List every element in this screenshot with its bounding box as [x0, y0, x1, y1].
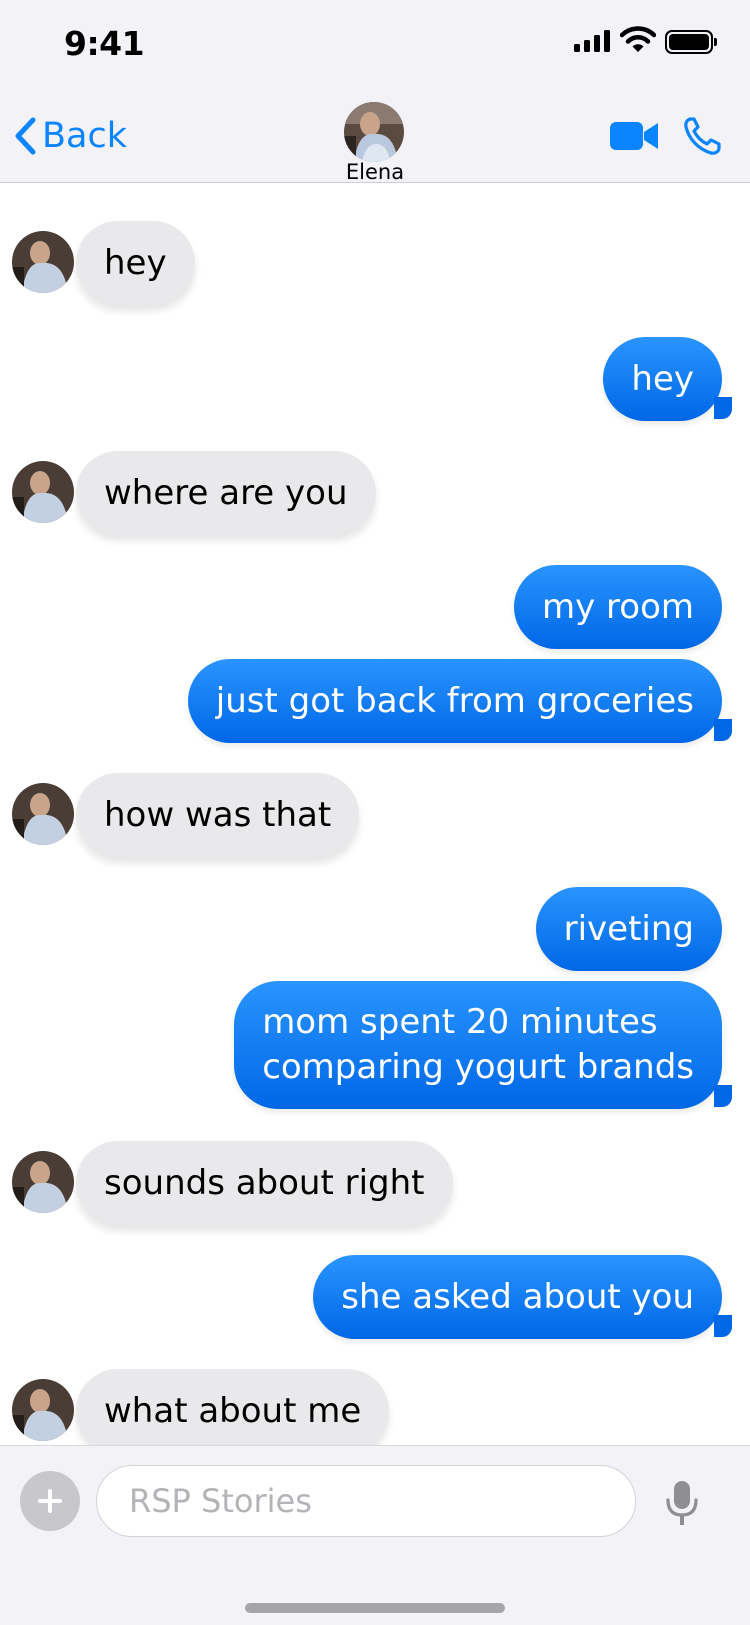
- sender-avatar: [12, 1379, 74, 1441]
- message-bubble: hey: [76, 221, 195, 305]
- battery-icon: [665, 30, 717, 54]
- contact-name: Elena: [345, 160, 405, 184]
- message-thread[interactable]: hey hey where are you my room just got b…: [0, 183, 750, 1445]
- plus-icon[interactable]: [20, 1471, 80, 1531]
- video-call-icon[interactable]: [610, 120, 660, 152]
- message-bubble: just got back from groceries: [187, 659, 722, 743]
- message-outgoing: she asked about you: [313, 1255, 732, 1339]
- message-bubble: what about me: [76, 1369, 390, 1445]
- message-composer: RSP Stories: [0, 1445, 750, 1625]
- sender-avatar: [12, 783, 74, 845]
- back-chevron-icon: [15, 117, 36, 155]
- message-bubble: mom spent 20 minutes comparing yogurt br…: [234, 981, 722, 1109]
- message-outgoing: hey: [603, 337, 732, 421]
- message-bubble: riveting: [535, 887, 722, 971]
- message-bubble: how was that: [76, 773, 360, 857]
- message-outgoing: my room: [513, 565, 722, 649]
- message-bubble: sounds about right: [76, 1141, 453, 1225]
- status-time: 9:41: [64, 24, 145, 63]
- sender-avatar: [12, 1151, 74, 1213]
- message-bubble: where are you: [76, 451, 376, 535]
- signal-icon: [574, 30, 610, 52]
- conversation-header: Back Elena: [0, 90, 750, 184]
- message-line: comparing yogurt brands: [262, 1047, 694, 1087]
- back-button[interactable]: Back: [12, 116, 127, 156]
- phone-call-icon[interactable]: [682, 116, 722, 156]
- message-outgoing: riveting: [535, 887, 722, 971]
- message-input[interactable]: RSP Stories: [96, 1465, 636, 1537]
- message-line: mom spent 20 minutes: [262, 1002, 658, 1042]
- wifi-icon: [620, 26, 656, 52]
- home-indicator: [245, 1603, 505, 1613]
- contact-avatar[interactable]: [344, 102, 404, 162]
- mic-icon[interactable]: [664, 1480, 700, 1526]
- message-outgoing: mom spent 20 minutes comparing yogurt br…: [234, 981, 732, 1109]
- message-outgoing: just got back from groceries: [187, 659, 732, 743]
- message-bubble: my room: [513, 565, 722, 649]
- message-bubble: hey: [603, 337, 722, 421]
- back-label: Back: [42, 116, 127, 156]
- status-bar: 9:41: [0, 0, 750, 90]
- sender-avatar: [12, 231, 74, 293]
- message-bubble: she asked about you: [313, 1255, 722, 1339]
- sender-avatar: [12, 461, 74, 523]
